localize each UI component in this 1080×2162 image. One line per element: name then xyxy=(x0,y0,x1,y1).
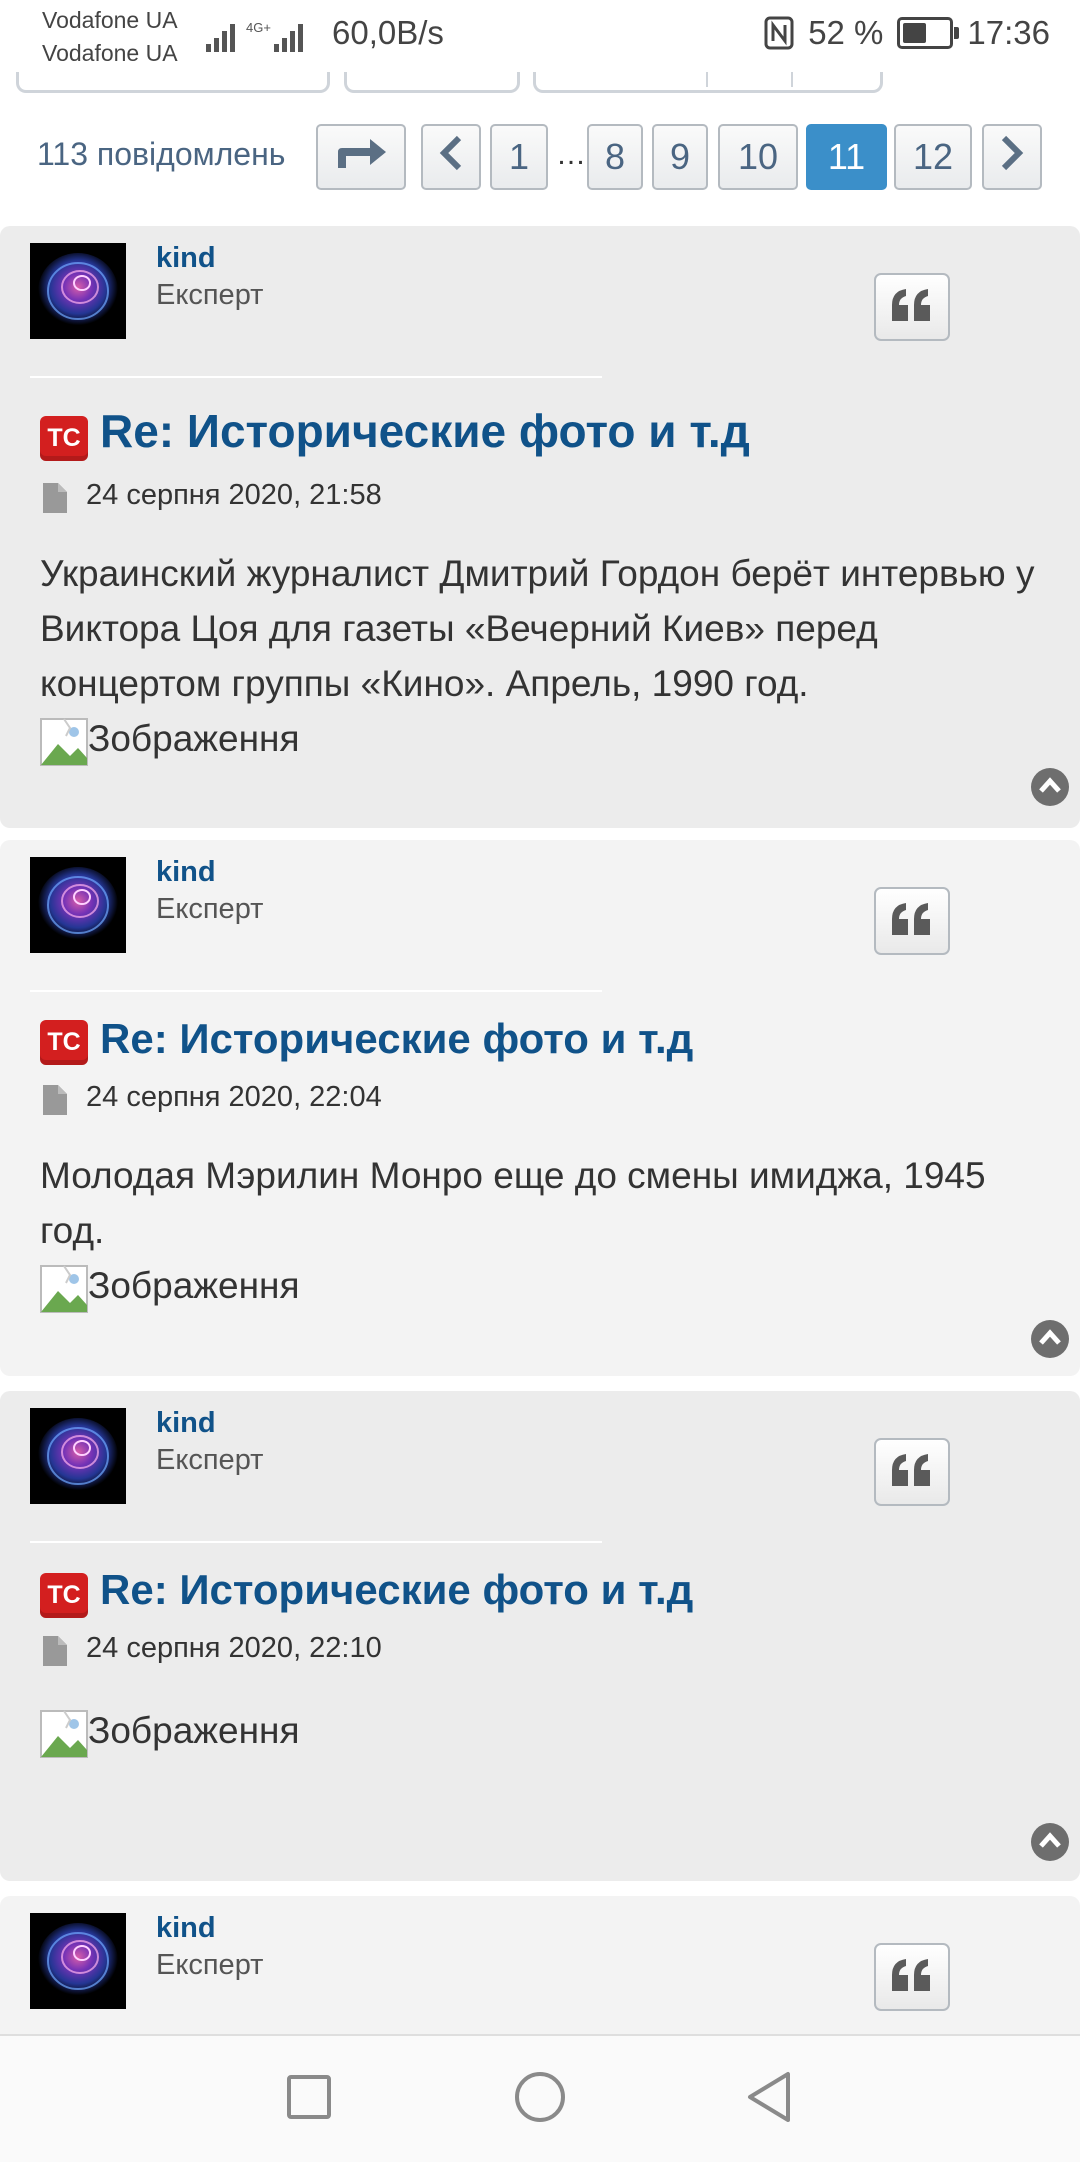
recents-button[interactable] xyxy=(279,2069,339,2129)
topic-starter-badge: ТС xyxy=(40,1573,88,1618)
username[interactable]: kind xyxy=(156,1912,216,1945)
prev-page-button[interactable] xyxy=(421,124,481,190)
quote-button[interactable] xyxy=(874,887,950,955)
post-title[interactable]: Re: Исторические фото и т.д xyxy=(100,404,750,458)
signal-icon: 4G+ xyxy=(206,18,316,59)
chevron-up-icon xyxy=(1039,1831,1061,1853)
quote-icon xyxy=(890,1957,934,1998)
back-to-top-button[interactable] xyxy=(1031,1320,1069,1358)
battery-percent: 52 % xyxy=(808,14,884,51)
post-title[interactable]: Re: Исторические фото и т.д xyxy=(100,1015,693,1063)
current-page[interactable]: 11 xyxy=(806,124,887,190)
page-link[interactable]: 8 xyxy=(587,124,643,190)
jump-to-page-button[interactable] xyxy=(316,124,406,190)
username[interactable]: kind xyxy=(156,856,216,889)
page-link[interactable]: 1 xyxy=(490,124,548,190)
back-to-top-button[interactable] xyxy=(1031,1823,1069,1861)
broken-image-icon xyxy=(40,1265,88,1313)
image-alt-text: Зображення xyxy=(88,718,300,759)
status-bar: Vodafone UA Vodafone UA 4G+ 60,0B/s 52 %… xyxy=(0,0,1080,72)
post-date[interactable]: 24 серпня 2020, 22:10 xyxy=(86,1632,382,1665)
file-icon xyxy=(43,1636,67,1666)
pagination: 113 повідомлень 1 … 8 9 10 11 12 xyxy=(0,122,1080,194)
image-alt-text: Зображення xyxy=(88,1265,300,1306)
post-image[interactable]: Зображення xyxy=(40,711,300,766)
post: kind Експерт ТС Re: Исторические фото и … xyxy=(0,1391,1080,1881)
battery-icon xyxy=(897,17,960,49)
quote-icon xyxy=(890,287,934,328)
topic-starter-badge: ТС xyxy=(40,416,88,461)
user-rank: Експерт xyxy=(156,1949,264,1981)
topic-starter-badge: ТС xyxy=(40,1020,88,1065)
avatar[interactable] xyxy=(30,1408,126,1504)
post-text: Украинский журналист Дмитрий Гордон берё… xyxy=(40,553,1035,704)
page-link[interactable]: 10 xyxy=(718,124,798,190)
home-button[interactable] xyxy=(510,2069,570,2129)
network-type: 4G+ xyxy=(246,20,271,35)
clock: 17:36 xyxy=(967,14,1050,51)
quote-icon xyxy=(890,1452,934,1493)
post-date[interactable]: 24 серпня 2020, 22:04 xyxy=(86,1081,382,1114)
post: kind Експерт ТС Re: Исторические фото и … xyxy=(0,226,1080,828)
user-rank: Експерт xyxy=(156,893,264,925)
image-alt-text: Зображення xyxy=(88,1710,300,1751)
quote-icon xyxy=(890,901,934,942)
back-to-top-button[interactable] xyxy=(1031,768,1069,806)
back-button[interactable] xyxy=(740,2069,800,2129)
home-circle-icon xyxy=(513,2070,567,2129)
post-content: Молодая Мэрилин Монро еще до смены имидж… xyxy=(40,1148,1060,1328)
file-icon xyxy=(43,483,67,513)
post-content: Зображення xyxy=(40,1703,1060,1773)
avatar[interactable] xyxy=(30,243,126,339)
nfc-icon xyxy=(764,16,794,50)
carrier-2: Vodafone UA xyxy=(42,40,178,66)
post-title[interactable]: Re: Исторические фото и т.д xyxy=(100,1566,693,1614)
post: kind Експерт xyxy=(0,1896,1080,2034)
page-link[interactable]: 12 xyxy=(894,124,972,190)
quote-button[interactable] xyxy=(874,1943,950,2011)
profile-divider xyxy=(30,990,602,992)
post-count: 113 повідомлень xyxy=(37,136,286,172)
navigation-bar xyxy=(0,2034,1080,2162)
carrier-names: Vodafone UA Vodafone UA xyxy=(42,4,178,70)
broken-image-icon xyxy=(40,1710,88,1758)
username[interactable]: kind xyxy=(156,1407,216,1440)
post-image[interactable]: Зображення xyxy=(40,1703,300,1758)
page-ellipsis: … xyxy=(556,138,586,171)
next-page-button[interactable] xyxy=(982,124,1042,190)
avatar[interactable] xyxy=(30,857,126,953)
network-speed: 60,0B/s xyxy=(332,14,444,51)
avatar[interactable] xyxy=(30,1913,126,2009)
post-text: Молодая Мэрилин Монро еще до смены имидж… xyxy=(40,1155,986,1251)
post-date[interactable]: 24 серпня 2020, 21:58 xyxy=(86,479,382,512)
back-triangle-icon xyxy=(746,2070,794,2129)
profile-divider xyxy=(30,376,602,378)
username[interactable]: kind xyxy=(156,242,216,275)
chevron-up-icon xyxy=(1039,776,1061,798)
post-image[interactable]: Зображення xyxy=(40,1258,300,1313)
post-content: Украинский журналист Дмитрий Гордон берё… xyxy=(40,546,1060,781)
file-icon xyxy=(43,1085,67,1115)
quote-button[interactable] xyxy=(874,1438,950,1506)
carrier-1: Vodafone UA xyxy=(42,7,178,33)
page-link[interactable]: 9 xyxy=(652,124,708,190)
profile-divider xyxy=(30,1541,602,1543)
jump-to-page-icon xyxy=(334,136,388,179)
quote-button[interactable] xyxy=(874,273,950,341)
chevron-left-icon xyxy=(439,135,463,180)
chevron-up-icon xyxy=(1039,1328,1061,1350)
user-rank: Експерт xyxy=(156,1444,264,1476)
chevron-right-icon xyxy=(1000,135,1024,180)
recents-square-icon xyxy=(286,2074,332,2125)
user-rank: Експерт xyxy=(156,279,264,311)
post: kind Експерт ТС Re: Исторические фото и … xyxy=(0,840,1080,1376)
broken-image-icon xyxy=(40,718,88,766)
